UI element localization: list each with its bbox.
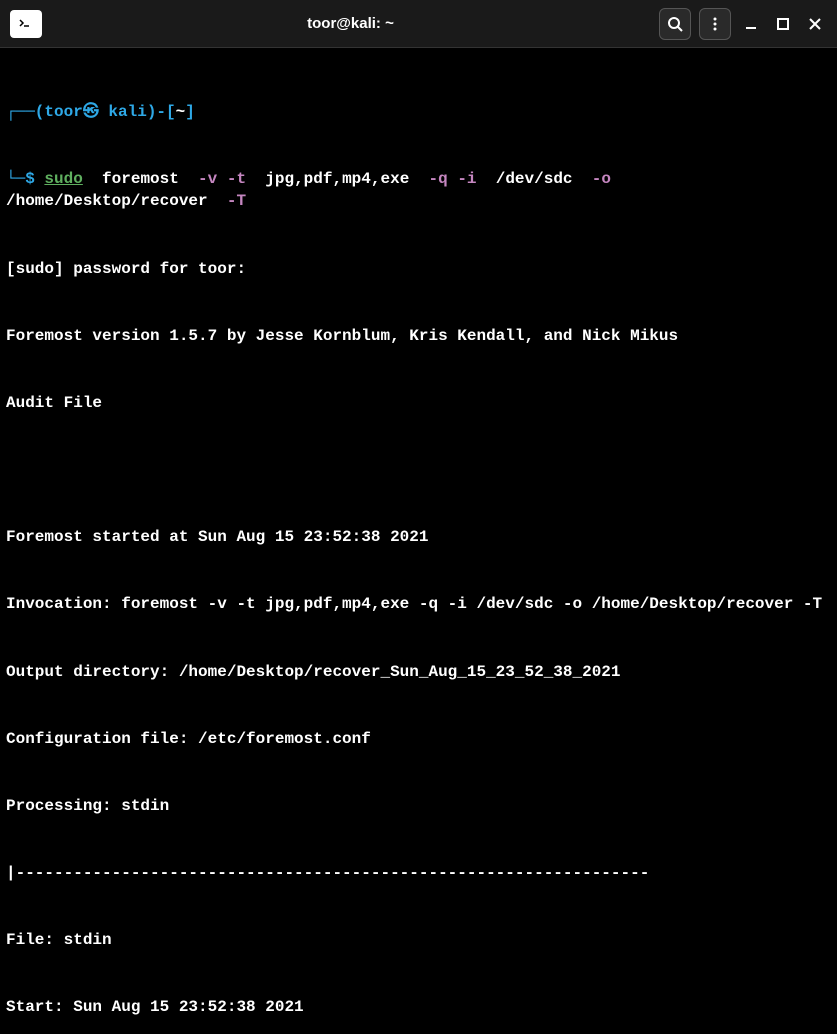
cmd-flag-o: -o	[592, 170, 611, 188]
titlebar-controls	[659, 8, 827, 40]
cmd-flag-T: -T	[227, 192, 246, 210]
prompt-line-2: └─$ sudo foremost -v -t jpg,pdf,mp4,exe …	[6, 168, 831, 213]
line-divider: |---------------------------------------…	[6, 862, 831, 884]
line-sudo-pw: [sudo] password for toor:	[6, 258, 831, 280]
line-audit: Audit File	[6, 392, 831, 414]
prompt-host: kali	[108, 103, 146, 121]
cmd-flag-v: -v	[198, 170, 217, 188]
line-file: File: stdin	[6, 929, 831, 951]
line-version: Foremost version 1.5.7 by Jesse Kornblum…	[6, 325, 831, 347]
terminal-app-icon	[10, 10, 42, 38]
cmd-types: jpg,pdf,mp4,exe	[265, 170, 409, 188]
prompt-path: ~	[176, 103, 186, 121]
cmd-sudo: sudo	[44, 170, 82, 188]
line-blank1	[6, 459, 831, 481]
prompt-user: toor	[44, 103, 82, 121]
cmd-output: /home/Desktop/recover	[6, 192, 208, 210]
terminal-output[interactable]: ┌──(toor㉿ kali)-[~] └─$ sudo foremost -v…	[0, 48, 837, 1034]
cmd-input: /dev/sdc	[496, 170, 573, 188]
line-processing: Processing: stdin	[6, 795, 831, 817]
search-button[interactable]	[659, 8, 691, 40]
cmd-flag-q: -q	[429, 170, 448, 188]
window-title: toor@kali: ~	[42, 15, 659, 32]
line-started: Foremost started at Sun Aug 15 23:52:38 …	[6, 526, 831, 548]
menu-button[interactable]	[699, 8, 731, 40]
line-outdir: Output directory: /home/Desktop/recover_…	[6, 661, 831, 683]
cmd-flag-i: -i	[457, 170, 476, 188]
close-button[interactable]	[803, 12, 827, 36]
line-config: Configuration file: /etc/foremost.conf	[6, 728, 831, 750]
minimize-button[interactable]	[739, 12, 763, 36]
window-titlebar: toor@kali: ~	[0, 0, 837, 48]
line-invocation: Invocation: foremost -v -t jpg,pdf,mp4,e…	[6, 593, 831, 615]
line-start: Start: Sun Aug 15 23:52:38 2021	[6, 996, 831, 1018]
prompt-dollar: $	[25, 170, 35, 188]
maximize-button[interactable]	[771, 12, 795, 36]
cmd-flag-t: -t	[227, 170, 246, 188]
prompt-line-1: ┌──(toor㉿ kali)-[~]	[6, 101, 831, 123]
cmd-foremost: foremost	[102, 170, 179, 188]
